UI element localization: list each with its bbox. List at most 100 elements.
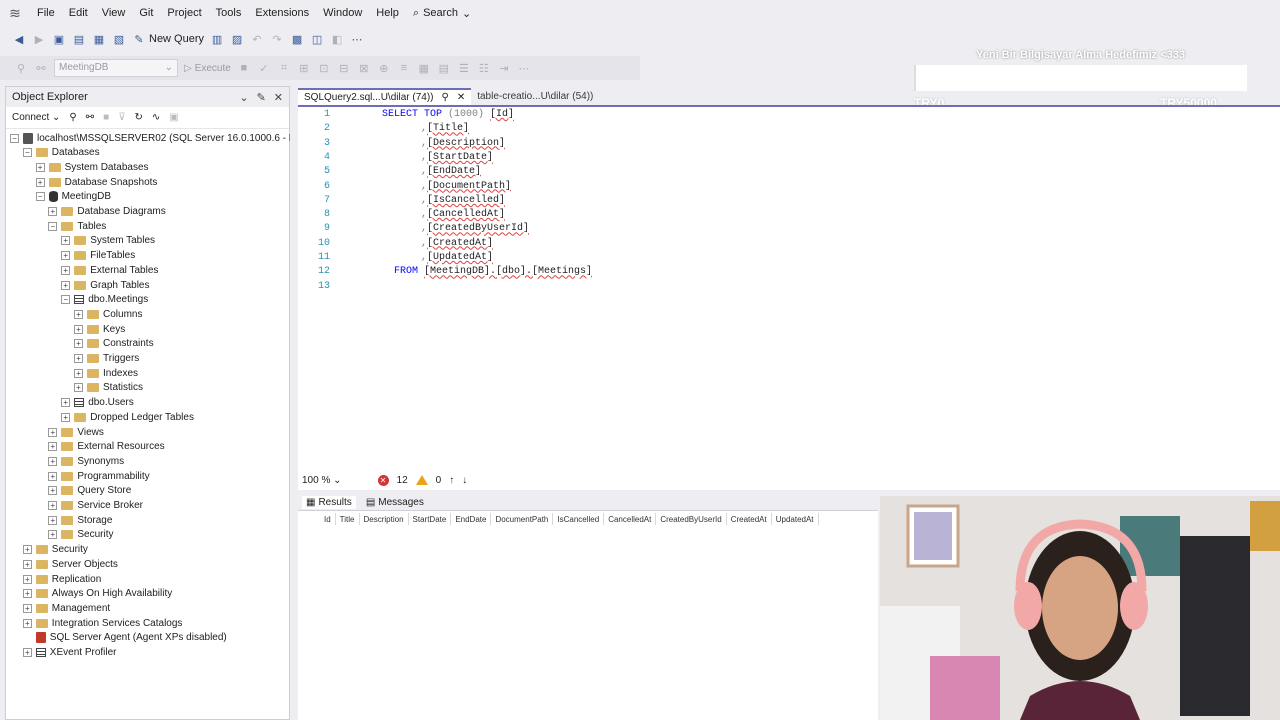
expand-icon[interactable]: + <box>48 530 58 540</box>
expand-icon[interactable]: + <box>22 559 32 569</box>
expand-icon[interactable]: + <box>48 515 58 525</box>
expand-icon[interactable]: + <box>35 177 45 187</box>
stop-icon[interactable]: ■ <box>237 61 251 75</box>
menu-window[interactable]: Window <box>316 7 369 19</box>
tree-node[interactable]: − dbo.Meetings <box>61 293 148 307</box>
expand-icon[interactable]: + <box>74 368 83 378</box>
close-icon[interactable]: ✕ <box>457 92 465 103</box>
tree-node[interactable]: + Triggers <box>74 352 139 366</box>
search-menu[interactable]: ⌕ Search ⌄ <box>406 7 478 20</box>
tree-node[interactable]: + Query Store <box>48 484 131 498</box>
warning-icon[interactable] <box>415 475 428 485</box>
expand-icon[interactable]: + <box>48 427 58 437</box>
tab-sqlquery2[interactable]: SQLQuery2.sql...U\dilar (74)) ⚲ ✕ <box>298 88 472 105</box>
tree-node[interactable]: − MeetingDB <box>35 190 111 204</box>
expand-icon[interactable]: + <box>61 280 71 290</box>
results-grid-icon[interactable]: ▦ <box>417 61 431 75</box>
grid-column-header[interactable]: IsCancelled <box>553 513 605 525</box>
refresh-icon[interactable]: ↻ <box>135 112 143 123</box>
open-file-icon[interactable]: ▤ <box>72 32 86 46</box>
properties-icon[interactable]: ◧ <box>330 32 344 46</box>
expand-icon[interactable]: + <box>74 309 83 319</box>
menu-git[interactable]: Git <box>132 7 160 19</box>
client-stats-icon[interactable]: ⊕ <box>377 61 391 75</box>
expand-icon[interactable]: + <box>48 442 58 452</box>
more-icon[interactable]: ⋯ <box>350 32 364 46</box>
tree-node[interactable]: + External Tables <box>61 263 158 277</box>
tree-node[interactable]: + Graph Tables <box>61 278 149 292</box>
expand-icon[interactable]: + <box>22 648 32 657</box>
display-plan-icon[interactable]: ⌗ <box>277 61 291 75</box>
tree-node[interactable]: + Database Snapshots <box>35 175 157 189</box>
expand-icon[interactable]: + <box>61 398 71 408</box>
save-icon[interactable]: ▦ <box>92 32 106 46</box>
expand-icon[interactable]: + <box>48 471 58 481</box>
tree-node[interactable]: + Replication <box>22 572 101 586</box>
tab-table-creation[interactable]: table-creatio...U\dilar (54)) <box>471 88 599 105</box>
tree-node[interactable]: + Storage <box>48 513 112 527</box>
more-icon[interactable]: ⋯ <box>517 61 531 75</box>
tree-node[interactable]: + Service Broker <box>48 499 143 513</box>
tree-node[interactable]: + Server Objects <box>22 557 118 571</box>
expand-icon[interactable]: + <box>61 236 71 246</box>
indent-icon[interactable]: ⇥ <box>497 61 511 75</box>
tree-node[interactable]: + Columns <box>74 307 142 321</box>
actual-plan-icon[interactable]: ⊟ <box>337 61 351 75</box>
tree-node[interactable]: + System Databases <box>35 160 149 174</box>
grid-column-header[interactable]: Title <box>336 513 360 525</box>
expand-icon[interactable]: + <box>48 456 58 466</box>
new-query-button[interactable]: ✎ New Query <box>132 32 204 46</box>
tree-node[interactable]: + Programmability <box>48 469 150 483</box>
menu-project[interactable]: Project <box>160 7 208 19</box>
grid-column-header[interactable]: Description <box>360 513 409 525</box>
tree-node[interactable]: + External Resources <box>48 440 165 454</box>
collapse-icon[interactable]: − <box>35 192 45 202</box>
menu-file[interactable]: File <box>30 7 62 19</box>
menu-help[interactable]: Help <box>369 7 406 19</box>
tree-node[interactable]: + Security <box>22 543 88 557</box>
chevron-down-icon[interactable]: ⌄ <box>239 91 248 104</box>
expand-icon[interactable]: + <box>22 618 32 628</box>
arrow-down-icon[interactable]: ↓ <box>462 475 467 486</box>
database-select[interactable]: MeetingDB ⌄ <box>54 59 178 77</box>
expand-icon[interactable]: + <box>61 251 71 261</box>
uncomment-icon[interactable]: ☷ <box>477 61 491 75</box>
pin-icon[interactable]: ✎ <box>257 91 266 104</box>
menu-tools[interactable]: Tools <box>209 7 249 19</box>
forward-icon[interactable]: ▶ <box>32 32 46 46</box>
panel-splitter[interactable] <box>290 86 298 720</box>
tree-node[interactable]: + Integration Services Catalogs <box>22 616 182 630</box>
grid-column-header[interactable]: DocumentPath <box>491 513 554 525</box>
tree-node[interactable]: + XEvent Profiler <box>22 646 117 660</box>
tree-node[interactable]: SQL Server Agent (Agent XPs disabled) <box>23 631 227 645</box>
tab-messages[interactable]: ▤ Messages <box>362 496 428 509</box>
results-grid[interactable]: Id Title Description StartDate EndDate Docume… <box>298 510 878 720</box>
connect-icon[interactable]: ⚲ <box>14 61 28 75</box>
expand-icon[interactable]: + <box>74 354 83 363</box>
expand-icon[interactable]: + <box>61 265 71 275</box>
activity-monitor-icon[interactable]: ▩ <box>290 32 304 46</box>
activity-icon[interactable]: ∿ <box>152 112 160 123</box>
tree-node[interactable]: + Database Diagrams <box>48 205 166 219</box>
expand-icon[interactable]: + <box>48 207 58 216</box>
summary-icon[interactable]: ▣ <box>169 112 178 123</box>
tree-node[interactable]: + Synonyms <box>48 454 124 468</box>
grid-column-header[interactable]: UpdatedAt <box>772 513 819 525</box>
query-options-icon[interactable]: ⊞ <box>297 61 311 75</box>
stop-icon[interactable]: ■ <box>103 112 109 123</box>
zoom-select[interactable]: 100 % ⌄ <box>302 475 342 486</box>
tab-results[interactable]: ▦ Results <box>302 495 356 509</box>
parse-icon[interactable]: ✓ <box>257 61 271 75</box>
tree-node[interactable]: + Management <box>22 601 110 615</box>
collapse-icon[interactable]: − <box>22 148 32 158</box>
grid-column-header[interactable]: CreatedAt <box>727 513 772 525</box>
grid-column-header[interactable]: CreatedByUserId <box>656 513 727 525</box>
tree-node[interactable]: + Statistics <box>74 381 143 395</box>
tree-node[interactable]: + Always On High Availability <box>22 587 172 601</box>
collapse-icon[interactable]: − <box>48 221 58 231</box>
menu-view[interactable]: View <box>95 7 133 19</box>
filter-icon[interactable]: ⊽ <box>118 112 125 123</box>
expand-icon[interactable]: + <box>61 412 71 422</box>
results-file-icon[interactable]: ▤ <box>437 61 451 75</box>
menu-extensions[interactable]: Extensions <box>248 7 316 19</box>
